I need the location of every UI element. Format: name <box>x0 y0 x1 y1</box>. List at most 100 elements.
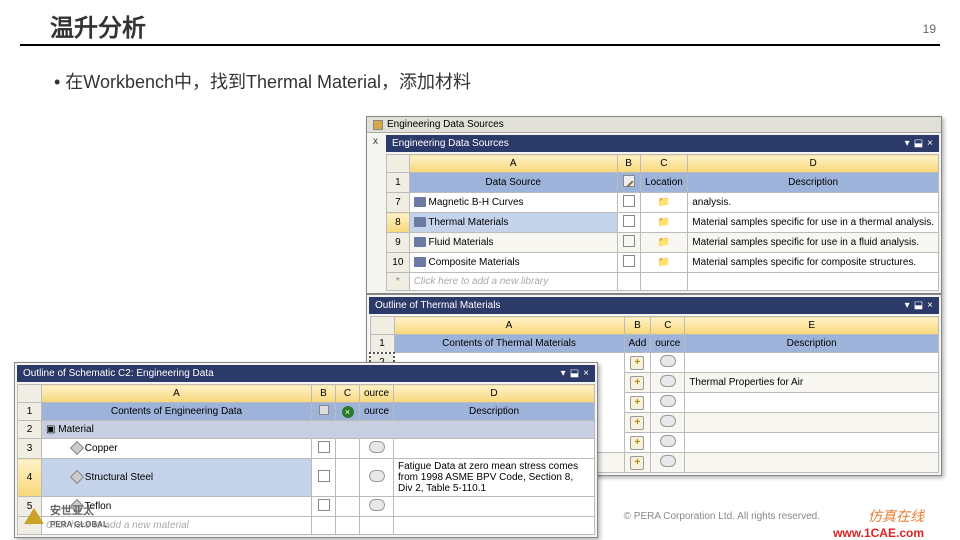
source-link-icon[interactable] <box>660 395 676 407</box>
dropdown-icon[interactable]: ▾ <box>561 368 566 379</box>
location-icon[interactable]: 📁 <box>658 237 670 248</box>
source-link-icon[interactable] <box>660 415 676 427</box>
data-source-row-selected[interactable]: Thermal Materials <box>409 213 617 233</box>
row-num[interactable]: 7 <box>387 193 410 213</box>
col-C[interactable]: C <box>651 317 685 335</box>
material-icon <box>70 470 84 484</box>
source-link-icon[interactable] <box>660 455 676 467</box>
checkbox[interactable] <box>318 441 330 453</box>
dropdown-icon[interactable]: ▾ <box>905 138 910 149</box>
source-link-icon[interactable] <box>660 355 676 367</box>
checkbox[interactable] <box>318 470 330 482</box>
col-B[interactable]: B <box>312 385 336 403</box>
hdr-chk[interactable] <box>617 173 640 193</box>
col-C[interactable]: C <box>640 155 688 173</box>
title-underline <box>20 44 940 46</box>
row-new[interactable]: * <box>387 273 410 291</box>
close-icon[interactable]: × <box>927 138 933 149</box>
panel1-title-bar: Engineering Data Sources ▾ ⬓ × <box>386 135 939 152</box>
pin-icon[interactable]: ⬓ <box>914 138 923 149</box>
desc-cell: analysis. <box>688 193 939 213</box>
close-tab-button[interactable]: x <box>369 135 382 291</box>
panel-engineering-data-sources: Engineering Data Sources x Engineering D… <box>366 116 942 294</box>
col-A[interactable]: A <box>409 155 617 173</box>
pin-icon[interactable]: ⬓ <box>914 300 923 311</box>
data-source-row[interactable]: Composite Materials <box>409 253 617 273</box>
checkbox[interactable] <box>318 499 330 511</box>
col-D[interactable]: D <box>688 155 939 173</box>
add-button[interactable]: + <box>630 456 644 470</box>
add-button[interactable]: + <box>630 416 644 430</box>
hdr-add[interactable]: Add <box>624 335 651 353</box>
dropdown-icon[interactable]: ▾ <box>905 300 910 311</box>
col-src[interactable]: ource <box>360 385 394 403</box>
panel3-title: Outline of Schematic C2: Engineering Dat… <box>23 368 214 379</box>
data-source-row[interactable]: Magnetic B-H Curves <box>409 193 617 213</box>
col-E[interactable]: E <box>685 317 939 335</box>
checkbox[interactable] <box>623 195 635 207</box>
source-link-icon[interactable] <box>369 441 385 453</box>
desc-cell: Thermal Properties for Air <box>685 373 939 393</box>
page-number: 19 <box>923 22 936 36</box>
checkbox[interactable] <box>623 215 635 227</box>
data-source-table: A B C D 1 Data Source Location Descripti… <box>386 154 939 291</box>
add-button[interactable]: + <box>630 356 644 370</box>
hdr-description[interactable]: Description <box>394 403 595 421</box>
col-A[interactable]: A <box>42 385 312 403</box>
tab-label[interactable]: Engineering Data Sources <box>387 119 504 130</box>
footer-copyright: © PERA Corporation Ltd. All rights reser… <box>624 511 820 522</box>
book-icon <box>414 257 426 267</box>
bullet-text: • 在Workbench中，找到Thermal Material，添加材料 <box>54 68 471 94</box>
data-source-row[interactable]: Fluid Materials <box>409 233 617 253</box>
source-link-icon[interactable] <box>369 499 385 511</box>
checkbox[interactable] <box>623 255 635 267</box>
hdr-data-source[interactable]: Data Source <box>409 173 617 193</box>
source-link-icon[interactable] <box>660 375 676 387</box>
add-button[interactable]: + <box>630 396 644 410</box>
add-button[interactable]: + <box>630 436 644 450</box>
tab-bar: Engineering Data Sources <box>367 117 941 133</box>
col-A[interactable]: A <box>394 317 624 335</box>
source-link-icon[interactable] <box>660 435 676 447</box>
close-icon[interactable]: × <box>927 300 933 311</box>
location-icon[interactable]: 📁 <box>658 217 670 228</box>
material-icon <box>70 441 84 455</box>
source-link-icon[interactable] <box>369 470 385 482</box>
location-icon[interactable]: 📁 <box>658 197 670 208</box>
row-num[interactable]: 3 <box>18 439 42 459</box>
location-icon[interactable]: 📁 <box>658 257 670 268</box>
hdr-contents[interactable]: Contents of Thermal Materials <box>394 335 624 353</box>
row-num[interactable]: 9 <box>387 233 410 253</box>
col-C[interactable]: C <box>336 385 360 403</box>
material-row[interactable]: Copper <box>42 439 312 459</box>
col-D[interactable]: D <box>394 385 595 403</box>
hdr-description[interactable]: Description <box>685 335 939 353</box>
col-B[interactable]: B <box>624 317 651 335</box>
row-num[interactable]: 8 <box>387 213 410 233</box>
material-row-selected[interactable]: Structural Steel <box>42 459 312 497</box>
panel2-title: Outline of Thermal Materials <box>375 300 500 311</box>
add-button[interactable]: + <box>630 376 644 390</box>
slide-title: 温升分析 <box>50 8 146 43</box>
panel3-title-bar: Outline of Schematic C2: Engineering Dat… <box>17 365 595 382</box>
book-icon <box>414 197 426 207</box>
material-group-header[interactable]: ▣ Material <box>42 421 595 439</box>
panel2-title-bar: Outline of Thermal Materials ▾ ⬓ × <box>369 297 939 314</box>
row-num[interactable]: 10 <box>387 253 410 273</box>
pin-icon[interactable]: ⬓ <box>570 368 579 379</box>
hdr-source[interactable]: ource <box>651 335 685 353</box>
hdr-contents[interactable]: Contents of Engineering Data <box>42 403 312 421</box>
col-B[interactable]: B <box>617 155 640 173</box>
row-num[interactable]: 4 <box>18 459 42 497</box>
book-icon <box>414 217 426 227</box>
close-icon[interactable]: × <box>583 368 589 379</box>
logo-triangle-icon <box>24 508 44 524</box>
panel1-title: Engineering Data Sources <box>392 138 509 149</box>
hdr-location[interactable]: Location <box>640 173 688 193</box>
book-icon <box>414 237 426 247</box>
add-library-hint[interactable]: Click here to add a new library <box>409 273 617 291</box>
desc-cell: Fatigue Data at zero mean stress comes f… <box>394 459 595 497</box>
hdr-description[interactable]: Description <box>688 173 939 193</box>
footer-logo: 安世亚太PERA GLOBAL <box>24 502 108 530</box>
checkbox[interactable] <box>623 235 635 247</box>
